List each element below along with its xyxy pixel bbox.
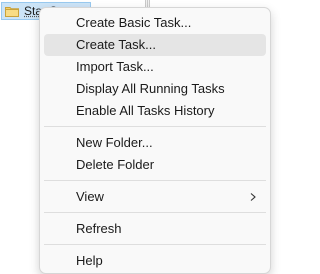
menu-item-display-running-tasks[interactable]: Display All Running Tasks: [44, 78, 266, 100]
menu-item-label: View: [76, 189, 104, 204]
chevron-right-icon: [250, 193, 256, 201]
menu-item-enable-tasks-history[interactable]: Enable All Tasks History: [44, 100, 266, 122]
menu-item-view[interactable]: View: [44, 186, 266, 208]
context-menu: Create Basic Task... Create Task... Impo…: [39, 7, 271, 274]
menu-item-label: New Folder...: [76, 135, 153, 150]
menu-item-label: Import Task...: [76, 59, 154, 74]
menu-separator: [44, 180, 266, 181]
menu-item-label: Help: [76, 253, 103, 268]
menu-separator: [44, 126, 266, 127]
folder-icon: [5, 6, 19, 17]
menu-item-import-task[interactable]: Import Task...: [44, 56, 266, 78]
menu-item-new-folder[interactable]: New Folder...: [44, 132, 266, 154]
menu-item-label: Enable All Tasks History: [76, 103, 215, 118]
menu-item-create-task[interactable]: Create Task...: [44, 34, 266, 56]
menu-item-refresh[interactable]: Refresh: [44, 218, 266, 240]
menu-item-label: Refresh: [76, 221, 122, 236]
menu-item-create-basic-task[interactable]: Create Basic Task...: [44, 12, 266, 34]
menu-item-delete-folder[interactable]: Delete Folder: [44, 154, 266, 176]
menu-item-label: Create Task...: [76, 37, 156, 52]
menu-item-label: Delete Folder: [76, 157, 155, 172]
menu-item-label: Create Basic Task...: [76, 15, 192, 30]
menu-separator: [44, 244, 266, 245]
menu-separator: [44, 212, 266, 213]
menu-item-label: Display All Running Tasks: [76, 81, 225, 96]
menu-item-help[interactable]: Help: [44, 250, 266, 272]
